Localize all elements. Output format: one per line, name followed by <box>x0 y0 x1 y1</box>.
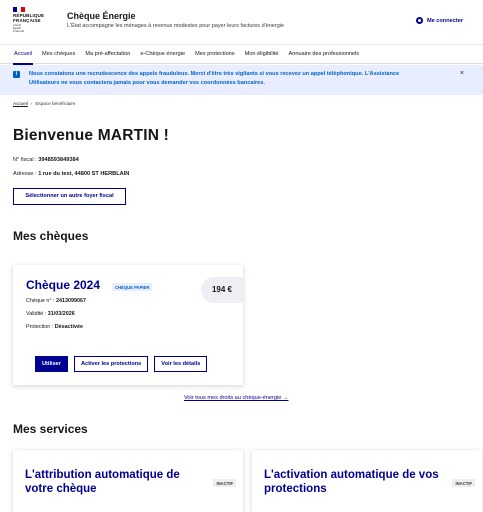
page-title: Bienvenue MARTIN ! <box>13 127 170 144</box>
cheque-protection-value: Désactivée <box>54 324 83 330</box>
activate-protections-button[interactable]: Activer les protections <box>73 356 149 372</box>
cheque-protection-label: Protection : <box>26 324 55 330</box>
cheque-amount: 194 € <box>201 277 243 303</box>
fraud-alert-banner: i Nous constatons une recrudescence des … <box>0 65 483 95</box>
select-fiscal-household-button[interactable]: Sélectionner un autre foyer fiscal <box>13 188 126 205</box>
cheque-number-label: Chèque n° : <box>26 298 57 304</box>
cheque-title: Chèque 2024 <box>26 278 101 292</box>
cheque-validity-label: Validité : <box>26 311 48 317</box>
cheque-validity-value: 31/03/2026 <box>47 311 75 317</box>
nav-item-accueil[interactable]: Accueil <box>9 45 37 65</box>
cheque-number-value: 2413099067 <box>56 298 87 304</box>
nav-item-e-cheque[interactable]: e-Chèque énergie <box>135 45 190 64</box>
service-card-auto-attribution[interactable]: L'attribution automatique de votre chèqu… <box>13 450 243 512</box>
service-status-badge: INACTIF <box>213 479 236 487</box>
fiscal-number: N° fiscal : 3948593849384 <box>13 157 79 163</box>
address: Adresse : 1 rue du test, 44800 ST HERBLA… <box>13 171 129 177</box>
nav-item-pre-affectation[interactable]: Ma pré-affectation <box>80 45 135 64</box>
marianne-flag-icon <box>13 7 25 12</box>
main-navigation: Accueil Mes chèques Ma pré-affectation e… <box>0 44 483 65</box>
user-account-icon <box>415 17 423 24</box>
breadcrumb-home-link[interactable]: Accueil <box>13 101 28 106</box>
nav-item-annuaire[interactable]: Annuaire des professionnels <box>283 45 364 64</box>
cheque-number: Chèque n° : 2413099067 <box>26 298 86 304</box>
service-status-badge: INACTIF <box>452 479 475 487</box>
service-title: L'activation automatique de vos protecti… <box>264 469 439 495</box>
address-label: Adresse : <box>13 171 39 177</box>
nav-item-mes-cheques[interactable]: Mes chèques <box>37 45 80 64</box>
service-title: L'attribution automatique de votre chèqu… <box>25 469 180 495</box>
address-value: 1 rue du test, 44800 ST HERBLAIN <box>38 171 130 177</box>
breadcrumb: Accueil › Espace bénéficiaire <box>13 101 75 106</box>
cheque-type-badge: CHÈQUE PAPIER <box>112 283 153 291</box>
cheque-actions: Utiliser Activer les protections Voir le… <box>35 356 208 372</box>
republic-motto: Liberté Égalité Fraternité <box>13 24 25 33</box>
site-tagline: L'État accompagne les ménages à revenus … <box>67 23 285 29</box>
cheque-protection: Protection : Désactivée <box>26 324 83 330</box>
site-title[interactable]: Chèque Énergie <box>67 11 136 21</box>
breadcrumb-current: Espace bénéficiaire <box>35 101 76 106</box>
use-cheque-button[interactable]: Utiliser <box>35 356 68 372</box>
fiscal-number-value: 3948593849384 <box>38 157 79 163</box>
nav-item-protections[interactable]: Mes protections <box>190 45 239 64</box>
login-label: Me connecter <box>426 17 463 24</box>
service-card-auto-protections[interactable]: L'activation automatique de vos protecti… <box>252 450 482 512</box>
cheque-validity: Validité : 31/03/2026 <box>26 311 75 317</box>
services-section-title: Mes services <box>13 422 88 436</box>
login-button[interactable]: Me connecter <box>415 17 463 24</box>
close-icon[interactable]: × <box>460 70 464 77</box>
cheques-section-title: Mes chèques <box>13 229 89 243</box>
site-header: RÉPUBLIQUE FRANÇAISE Liberté Égalité Fra… <box>0 0 483 44</box>
nav-item-eligibilite[interactable]: Mon éligibilité <box>240 45 284 64</box>
cheque-card: Chèque 2024 CHÈQUE PAPIER 194 € Chèque n… <box>13 265 243 385</box>
view-details-button[interactable]: Voir les détails <box>154 356 208 372</box>
breadcrumb-separator-icon: › <box>30 101 33 106</box>
alert-message: Nous constatons une recrudescence des ap… <box>29 71 400 86</box>
republique-francaise-logo[interactable]: RÉPUBLIQUE FRANÇAISE <box>13 13 44 23</box>
all-rights-link[interactable]: Voir tous mes droits au chèque-énergie → <box>184 395 288 401</box>
info-icon: i <box>13 71 20 78</box>
fiscal-number-label: N° fiscal : <box>13 157 39 163</box>
